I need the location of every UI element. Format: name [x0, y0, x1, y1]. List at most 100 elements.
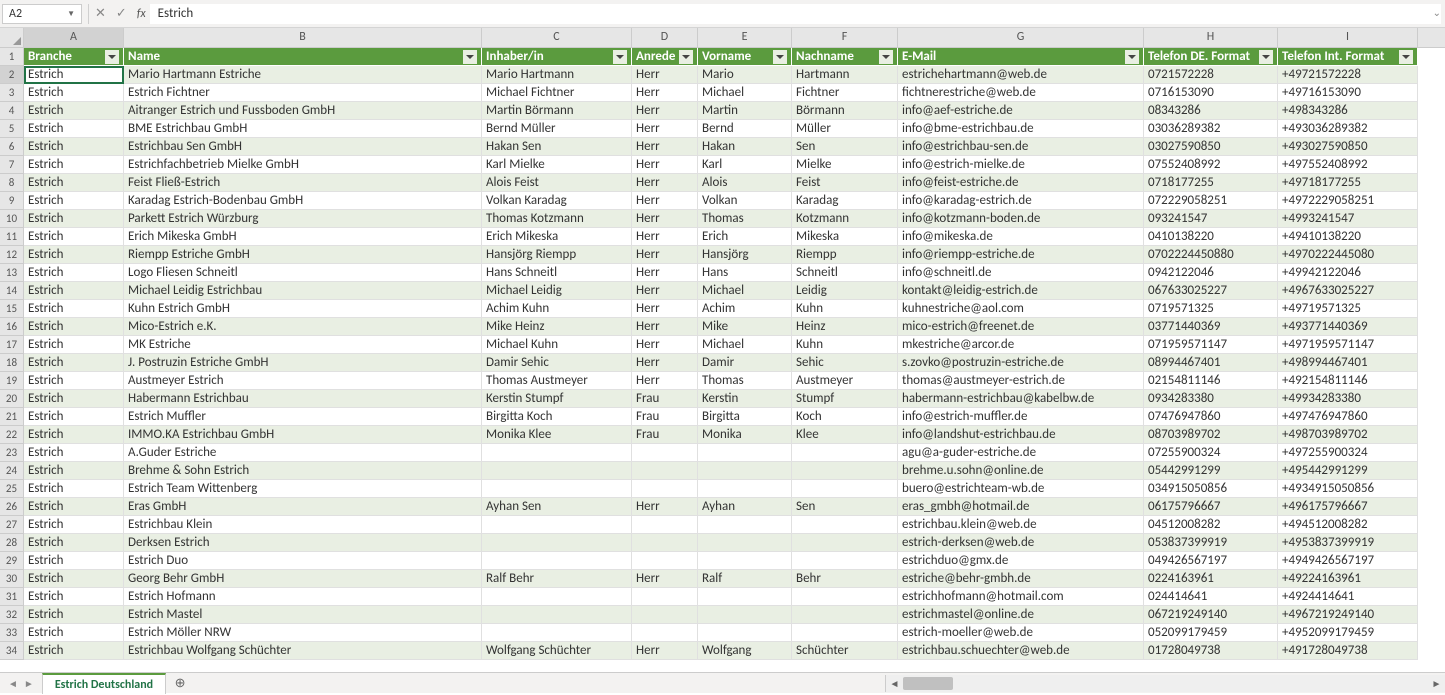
cell[interactable]: estrichbau.schuechter@web.de — [898, 642, 1144, 660]
cell[interactable] — [632, 534, 698, 552]
table-header-cell[interactable]: Name — [124, 48, 482, 66]
cell[interactable]: +49942122046 — [1278, 264, 1418, 282]
cancel-icon[interactable]: ✕ — [95, 6, 106, 21]
cell[interactable]: 053837399919 — [1144, 534, 1278, 552]
cell[interactable]: +497552408992 — [1278, 156, 1418, 174]
cell[interactable]: Frau — [632, 408, 698, 426]
cell[interactable]: Derksen Estrich — [124, 534, 482, 552]
cell[interactable]: Hakan Sen — [482, 138, 632, 156]
row-header[interactable]: 34 — [0, 642, 24, 660]
scroll-thumb[interactable] — [903, 677, 953, 690]
cell[interactable]: 0942122046 — [1144, 264, 1278, 282]
cell[interactable]: 052099179459 — [1144, 624, 1278, 642]
cell[interactable]: Estrich — [24, 534, 124, 552]
cell[interactable]: Kuhn — [792, 300, 898, 318]
cell[interactable]: Austmeyer Estrich — [124, 372, 482, 390]
row-header[interactable]: 22 — [0, 426, 24, 444]
cell[interactable]: Bernd — [698, 120, 792, 138]
cell[interactable]: Bernd Müller — [482, 120, 632, 138]
cell[interactable]: 04512008282 — [1144, 516, 1278, 534]
cell[interactable]: Birgitta — [698, 408, 792, 426]
cell[interactable]: Kuhn — [792, 336, 898, 354]
cell[interactable]: Kerstin Stumpf — [482, 390, 632, 408]
cell[interactable] — [792, 534, 898, 552]
cell[interactable]: Herr — [632, 642, 698, 660]
cell[interactable]: estrich-derksen@web.de — [898, 534, 1144, 552]
cell[interactable]: 067633025227 — [1144, 282, 1278, 300]
cell[interactable]: Monika — [698, 426, 792, 444]
cell[interactable]: Koch — [792, 408, 898, 426]
cell[interactable]: Alois — [698, 174, 792, 192]
cell[interactable]: Estrich — [24, 480, 124, 498]
column-header-D[interactable]: D — [632, 28, 698, 47]
cell[interactable]: +49934283380 — [1278, 390, 1418, 408]
insert-function-icon[interactable]: fx — [137, 7, 146, 21]
column-header-C[interactable]: C — [482, 28, 632, 47]
row-header[interactable]: 3 — [0, 84, 24, 102]
cell[interactable]: Erich Mikeska — [482, 228, 632, 246]
cell[interactable]: Herr — [632, 66, 698, 84]
tab-nav-next-icon[interactable]: ► — [24, 677, 34, 690]
cell[interactable]: 03027590850 — [1144, 138, 1278, 156]
cell[interactable]: estriche@behr-gmbh.de — [898, 570, 1144, 588]
cell[interactable]: 03771440369 — [1144, 318, 1278, 336]
cell[interactable]: kontakt@leidig-estrich.de — [898, 282, 1144, 300]
tab-nav-prev-icon[interactable]: ◄ — [8, 677, 18, 690]
row-header[interactable]: 31 — [0, 588, 24, 606]
cell[interactable]: Estrich Hofmann — [124, 588, 482, 606]
cell[interactable]: Stumpf — [792, 390, 898, 408]
cell[interactable] — [698, 552, 792, 570]
cell[interactable]: Mario Hartmann Estriche — [124, 66, 482, 84]
cell[interactable]: Mike — [698, 318, 792, 336]
row-header[interactable]: 26 — [0, 498, 24, 516]
column-header-G[interactable]: G — [898, 28, 1144, 47]
cell[interactable]: info@bme-estrichbau.de — [898, 120, 1144, 138]
cell[interactable]: +498703989702 — [1278, 426, 1418, 444]
cell[interactable]: Achim Kuhn — [482, 300, 632, 318]
row-header[interactable]: 5 — [0, 120, 24, 138]
cell[interactable]: +4924414641 — [1278, 588, 1418, 606]
cell[interactable]: +498994467401 — [1278, 354, 1418, 372]
column-header-E[interactable]: E — [698, 28, 792, 47]
cell[interactable]: MK Estriche — [124, 336, 482, 354]
row-header[interactable]: 15 — [0, 300, 24, 318]
cell[interactable]: info@mikeska.de — [898, 228, 1144, 246]
cell[interactable]: Wolfgang Schüchter — [482, 642, 632, 660]
cell[interactable]: info@estrich-muffler.de — [898, 408, 1144, 426]
row-header[interactable]: 25 — [0, 480, 24, 498]
cell[interactable] — [792, 624, 898, 642]
scroll-left-icon[interactable]: ◄ — [886, 675, 903, 692]
cell[interactable]: 08703989702 — [1144, 426, 1278, 444]
cell[interactable] — [482, 444, 632, 462]
cell[interactable]: Estrich — [24, 624, 124, 642]
cell[interactable]: Estrich — [24, 300, 124, 318]
cell[interactable]: 093241547 — [1144, 210, 1278, 228]
cell[interactable]: Parkett Estrich Würzburg — [124, 210, 482, 228]
cell[interactable]: Volkan Karadag — [482, 192, 632, 210]
cell[interactable]: Austmeyer — [792, 372, 898, 390]
cell[interactable]: Estrich — [24, 642, 124, 660]
cell[interactable]: 03036289382 — [1144, 120, 1278, 138]
cell[interactable]: Estrich — [24, 588, 124, 606]
formula-input[interactable]: Estrich — [150, 4, 1441, 24]
cell[interactable]: Estrichbau Klein — [124, 516, 482, 534]
cell[interactable]: Estrich Mastel — [124, 606, 482, 624]
cell[interactable]: Damir — [698, 354, 792, 372]
cell[interactable] — [632, 444, 698, 462]
table-header-cell[interactable]: Inhaber/in — [482, 48, 632, 66]
filter-dropdown-icon[interactable] — [1259, 50, 1273, 64]
row-header[interactable]: 11 — [0, 228, 24, 246]
cell[interactable]: Alois Feist — [482, 174, 632, 192]
cell[interactable]: Mario Hartmann — [482, 66, 632, 84]
row-header[interactable]: 17 — [0, 336, 24, 354]
cell[interactable]: Logo Fliesen Schneitl — [124, 264, 482, 282]
name-box[interactable]: A2 ▼ — [2, 4, 82, 24]
cell[interactable]: Herr — [632, 372, 698, 390]
column-header-F[interactable]: F — [792, 28, 898, 47]
cell[interactable]: Michael Fichtner — [482, 84, 632, 102]
cell[interactable]: Estrich — [24, 120, 124, 138]
cell[interactable]: info@riempp-estriche.de — [898, 246, 1144, 264]
cell[interactable]: Michael — [698, 84, 792, 102]
cell[interactable]: Herr — [632, 138, 698, 156]
cell[interactable]: Habermann Estrichbau — [124, 390, 482, 408]
